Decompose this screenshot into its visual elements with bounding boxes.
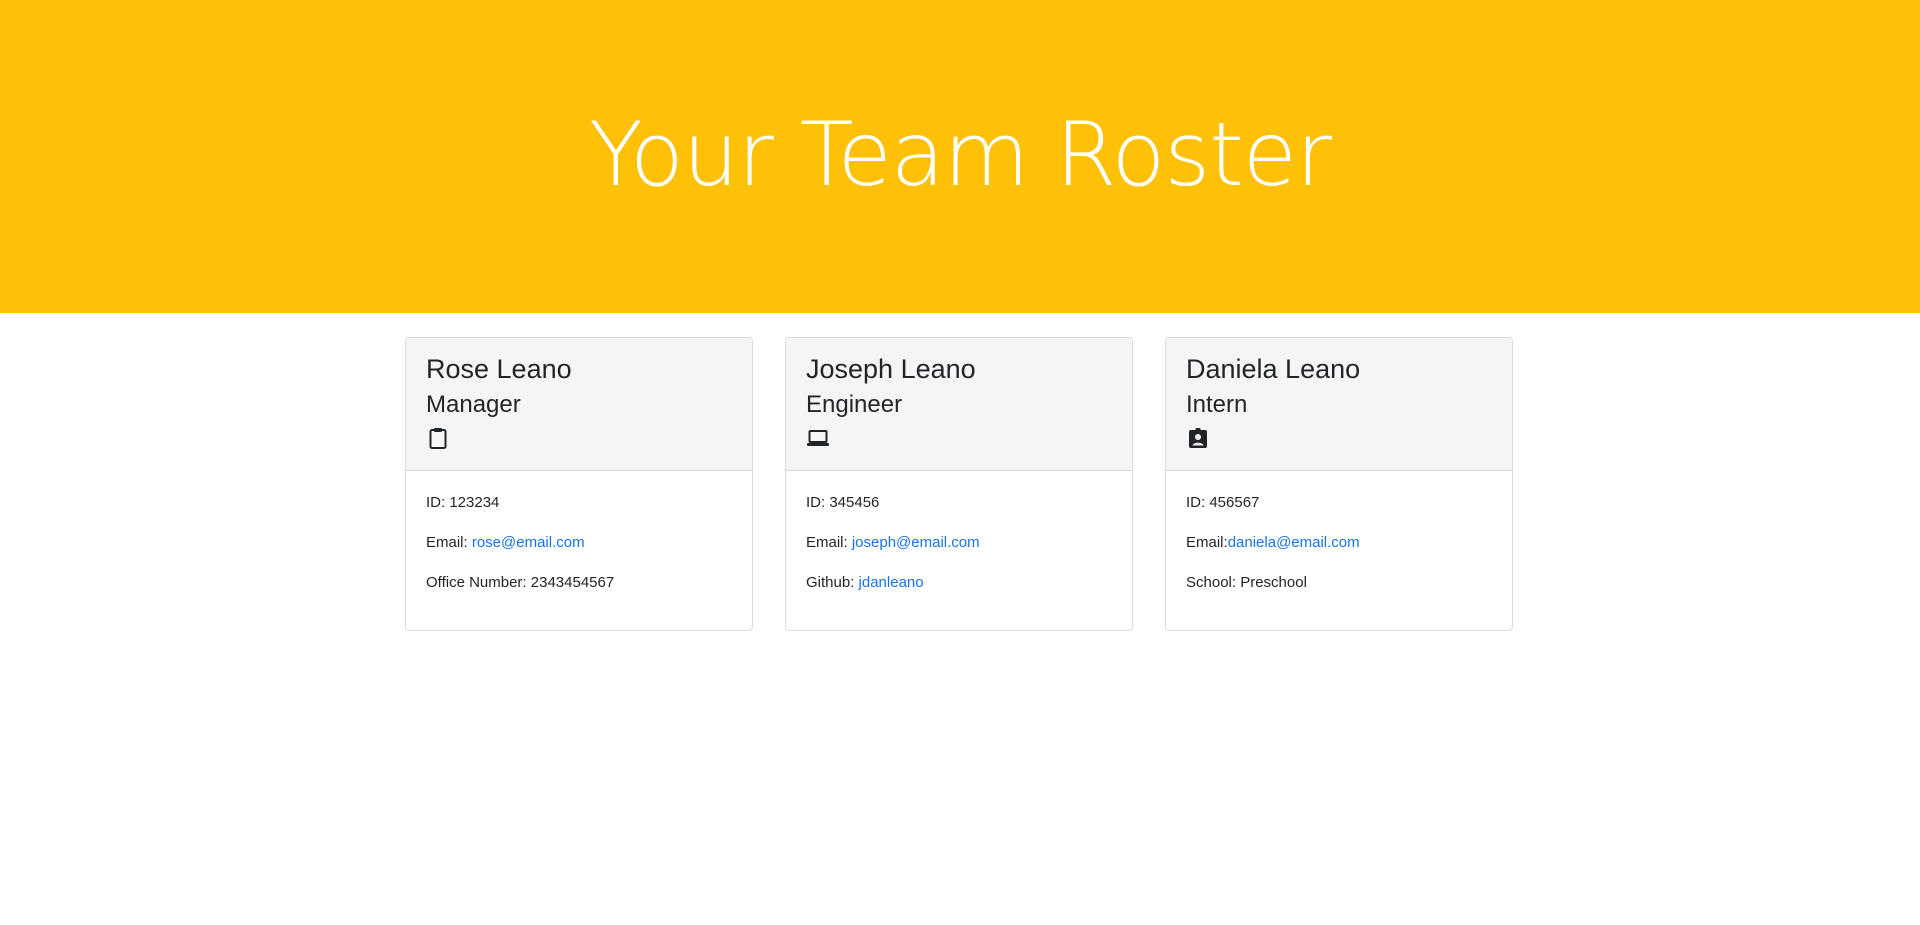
email-link[interactable]: daniela@email.com [1228, 534, 1360, 551]
clipboard-icon [429, 428, 447, 449]
email-label: Email: [426, 534, 472, 551]
id-label: ID: [1186, 494, 1210, 511]
employee-card-intern: Daniela Leano Intern ID: 456567 Email:da… [1165, 337, 1513, 631]
employee-name: Joseph Leano [806, 354, 976, 384]
employee-id: 123234 [449, 494, 500, 511]
card-body: ID: 345456 Email: joseph@email.com Githu… [786, 471, 1132, 593]
employee-role: Manager [426, 391, 521, 418]
employee-id-row: ID: 345456 [806, 493, 1112, 513]
office-number-row: Office Number: 2343454567 [426, 573, 732, 593]
employee-card-engineer: Joseph Leano Engineer ID: 345456 Email: … [785, 337, 1133, 631]
employee-id: 345456 [829, 494, 880, 511]
employee-role: Engineer [806, 391, 903, 418]
employee-card-manager: Rose Leano Manager ID: 123234 Email: ros… [405, 337, 753, 631]
email-link[interactable]: joseph@email.com [852, 534, 980, 551]
school-label: School: [1186, 574, 1241, 591]
employee-email-row: Email:daniela@email.com [1186, 533, 1492, 553]
card-header: Rose Leano Manager [406, 338, 752, 471]
email-label: Email: [1186, 534, 1228, 551]
id-label: ID: [426, 494, 450, 511]
employee-email-row: Email: joseph@email.com [806, 533, 1112, 553]
email-link[interactable]: rose@email.com [472, 534, 585, 551]
page-title: Your Team Roster [588, 103, 1332, 206]
employee-id: 456567 [1209, 494, 1260, 511]
student-badge-icon [1189, 428, 1207, 448]
github-row: Github: jdanleano [806, 573, 1112, 593]
office-number-label: Office Number: [426, 574, 531, 591]
email-label: Email: [806, 534, 852, 551]
github-link[interactable]: jdanleano [859, 574, 924, 591]
card-header: Joseph Leano Engineer [786, 338, 1132, 471]
employee-id-row: ID: 123234 [426, 493, 732, 513]
employee-id-row: ID: 456567 [1186, 493, 1492, 513]
employee-role: Intern [1186, 391, 1248, 418]
employee-name: Daniela Leano [1186, 354, 1361, 384]
employee-email-row: Email: rose@email.com [426, 533, 732, 553]
laptop-icon [807, 430, 829, 446]
card-body: ID: 123234 Email: rose@email.com Office … [406, 471, 752, 593]
employee-name: Rose Leano [426, 354, 572, 384]
header-banner: Your Team Roster [0, 0, 1920, 313]
card-header: Daniela Leano Intern [1166, 338, 1512, 471]
github-label: Github: [806, 574, 859, 591]
office-number: 2343454567 [530, 574, 615, 591]
school-name: Preschool [1240, 574, 1307, 591]
card-body: ID: 456567 Email:daniela@email.com Schoo… [1166, 471, 1512, 593]
school-row: School: Preschool [1186, 573, 1492, 593]
id-label: ID: [806, 494, 830, 511]
